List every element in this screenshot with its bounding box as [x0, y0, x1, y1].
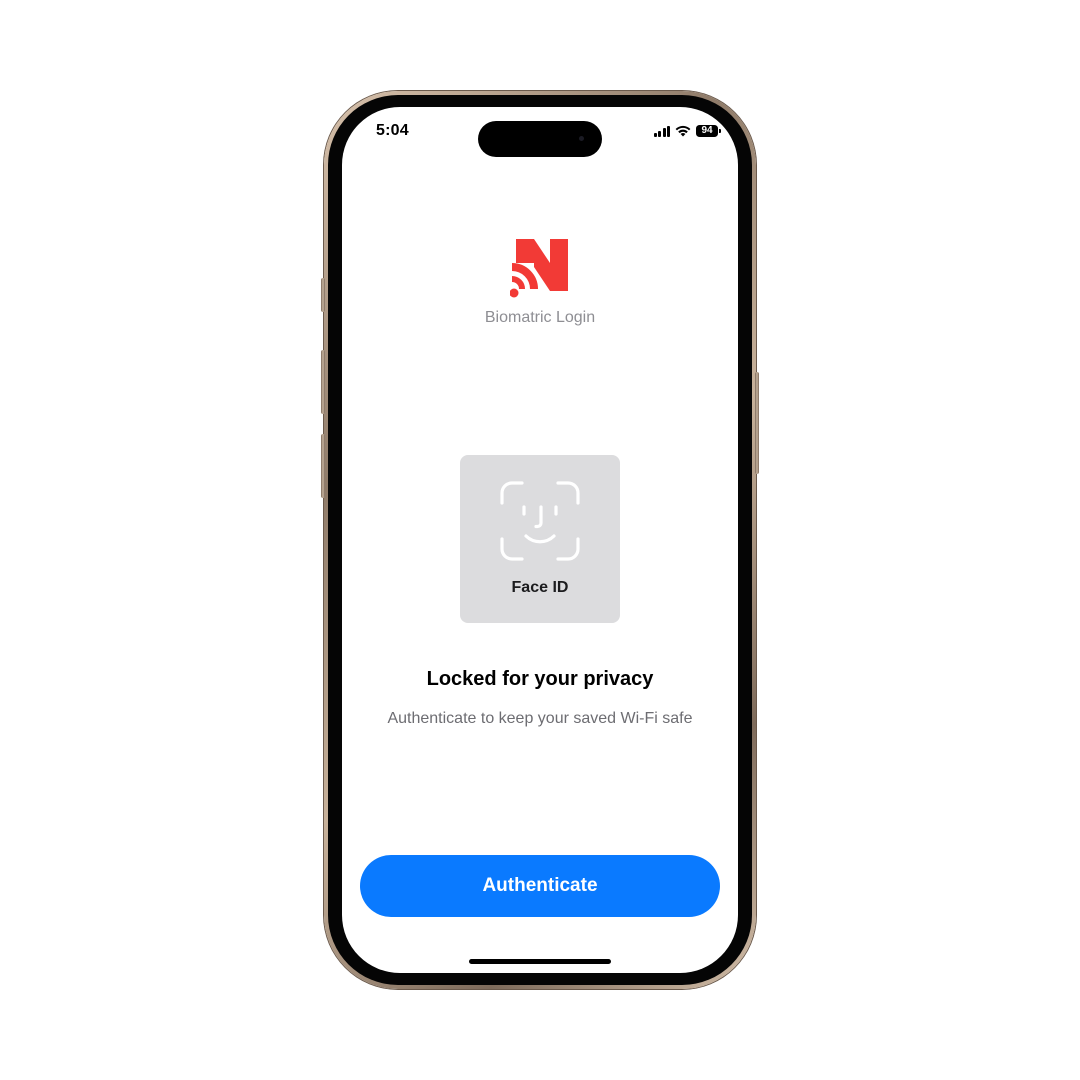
phone-screen: 5:04 94 Biomatric Login Face ID Locked f… [342, 107, 738, 973]
home-indicator[interactable] [469, 959, 611, 964]
dynamic-island [478, 121, 602, 157]
wifi-icon [675, 125, 691, 137]
volume-down-button [321, 434, 325, 498]
cellular-signal-icon [653, 125, 670, 137]
locked-headline: Locked for your privacy [426, 668, 654, 690]
status-indicators: 94 [653, 124, 721, 138]
action-button [321, 278, 325, 312]
locked-subtext: Authenticate to keep your saved Wi-Fi sa… [387, 710, 693, 727]
face-id-icon [500, 481, 580, 561]
power-button [755, 372, 759, 474]
app-logo-icon [510, 239, 568, 298]
status-time: 5:04 [376, 122, 409, 139]
front-camera [579, 136, 584, 141]
volume-up-button [321, 350, 325, 414]
app-title: Biomatric Login [484, 309, 596, 326]
stage: 5:04 94 Biomatric Login Face ID Locked f… [0, 0, 1080, 1080]
authenticate-button[interactable]: Authenticate [360, 855, 720, 917]
face-id-label: Face ID [511, 579, 569, 596]
battery-icon: 94 [696, 125, 721, 137]
face-id-card[interactable]: Face ID [460, 455, 620, 623]
